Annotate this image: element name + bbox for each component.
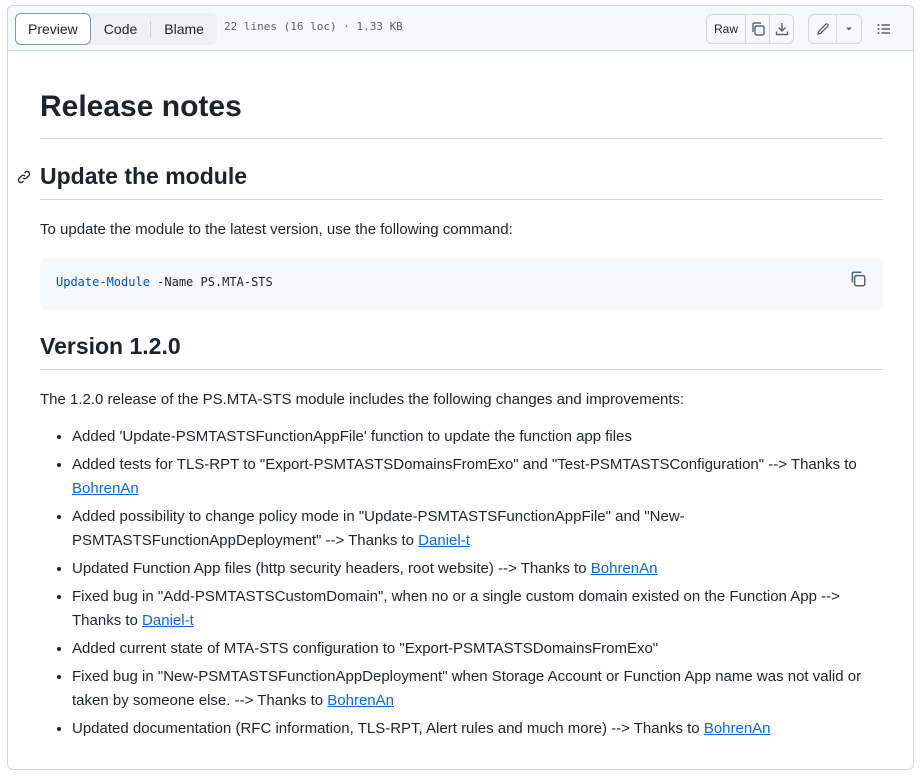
list-item: Fixed bug in "Add-PSMTASTSCustomDomain",… — [72, 585, 883, 633]
page-title: Release notes — [40, 89, 883, 139]
code-command: Update-Module — [56, 275, 150, 289]
link-icon[interactable] — [16, 169, 32, 185]
list-item-text: Updated Function App files (http securit… — [72, 560, 591, 577]
update-intro: To update the module to the latest versi… — [40, 221, 513, 238]
contributor-link[interactable]: BohrenAn — [72, 480, 139, 497]
code-arguments: -Name PS.MTA-STS — [149, 275, 273, 289]
version-intro: The 1.2.0 release of the PS.MTA-STS modu… — [40, 391, 685, 408]
raw-actions-group: Raw — [706, 14, 794, 44]
list-item-text: Fixed bug in "New-PSMTASTSFunctionAppDep… — [72, 668, 862, 709]
pencil-icon — [815, 21, 831, 37]
tab-preview[interactable]: Preview — [15, 13, 91, 45]
contributor-link[interactable]: BohrenAn — [327, 692, 394, 709]
edit-button[interactable] — [809, 15, 837, 43]
contributor-link[interactable]: BohrenAn — [704, 720, 771, 737]
release-notes-list: Added 'Update-PSMTASTSFunctionAppFile' f… — [40, 425, 883, 745]
list-item-text: Updated documentation (RFC information, … — [72, 720, 704, 737]
triangle-down-icon — [844, 24, 854, 34]
list-icon — [876, 21, 892, 37]
section-heading-text: Version 1.2.0 — [40, 333, 181, 359]
file-viewer: Preview Code Blame 22 lines (16 loc) · 1… — [7, 5, 914, 770]
contributor-link[interactable]: BohrenAn — [591, 560, 658, 577]
list-item-text: Added current state of MTA-STS configura… — [72, 640, 659, 657]
list-item: Updated documentation (RFC information, … — [72, 717, 883, 741]
list-item-text: Added tests for TLS-RPT to "Export-PSMTA… — [72, 456, 857, 473]
edit-options-dropdown[interactable] — [837, 15, 861, 43]
contributor-link[interactable]: Daniel-t — [142, 612, 194, 629]
download-icon — [774, 21, 790, 37]
list-item: Added current state of MTA-STS configura… — [72, 637, 883, 661]
list-item: Updated Function App files (http securit… — [72, 557, 883, 581]
download-button[interactable] — [770, 15, 793, 43]
list-item: Added possibility to change policy mode … — [72, 505, 883, 553]
edit-actions-group — [808, 14, 862, 44]
file-meta: 22 lines (16 loc) · 1.33 KB — [224, 20, 403, 33]
file-toolbar: Preview Code Blame 22 lines (16 loc) · 1… — [8, 6, 913, 51]
copy-icon — [849, 270, 869, 288]
list-item: Added 'Update-PSMTASTSFunctionAppFile' f… — [72, 425, 883, 449]
raw-button[interactable]: Raw — [707, 15, 747, 43]
tab-blame[interactable]: Blame — [151, 13, 217, 45]
list-item: Fixed bug in "New-PSMTASTSFunctionAppDep… — [72, 665, 883, 713]
outline-button[interactable] — [869, 14, 899, 44]
section-heading-text: Update the module — [40, 163, 248, 189]
contributor-link[interactable]: Daniel-t — [418, 532, 470, 549]
copy-code-button[interactable] — [849, 270, 869, 290]
code-block: Update-Module -Name PS.MTA-STS — [40, 258, 883, 310]
code-line: Update-Module -Name PS.MTA-STS — [56, 275, 273, 289]
section-heading-version: Version 1.2.0 — [40, 331, 883, 370]
tab-code[interactable]: Code — [91, 13, 150, 45]
list-item: Added tests for TLS-RPT to "Export-PSMTA… — [72, 453, 883, 501]
list-item-text: Added 'Update-PSMTASTSFunctionAppFile' f… — [72, 428, 632, 445]
section-heading-update: Update the module — [17, 161, 883, 200]
list-item-text: Added possibility to change policy mode … — [72, 508, 685, 549]
copy-icon — [750, 21, 766, 37]
copy-raw-button[interactable] — [746, 15, 771, 43]
view-mode-switcher: Preview Code Blame — [15, 13, 217, 45]
